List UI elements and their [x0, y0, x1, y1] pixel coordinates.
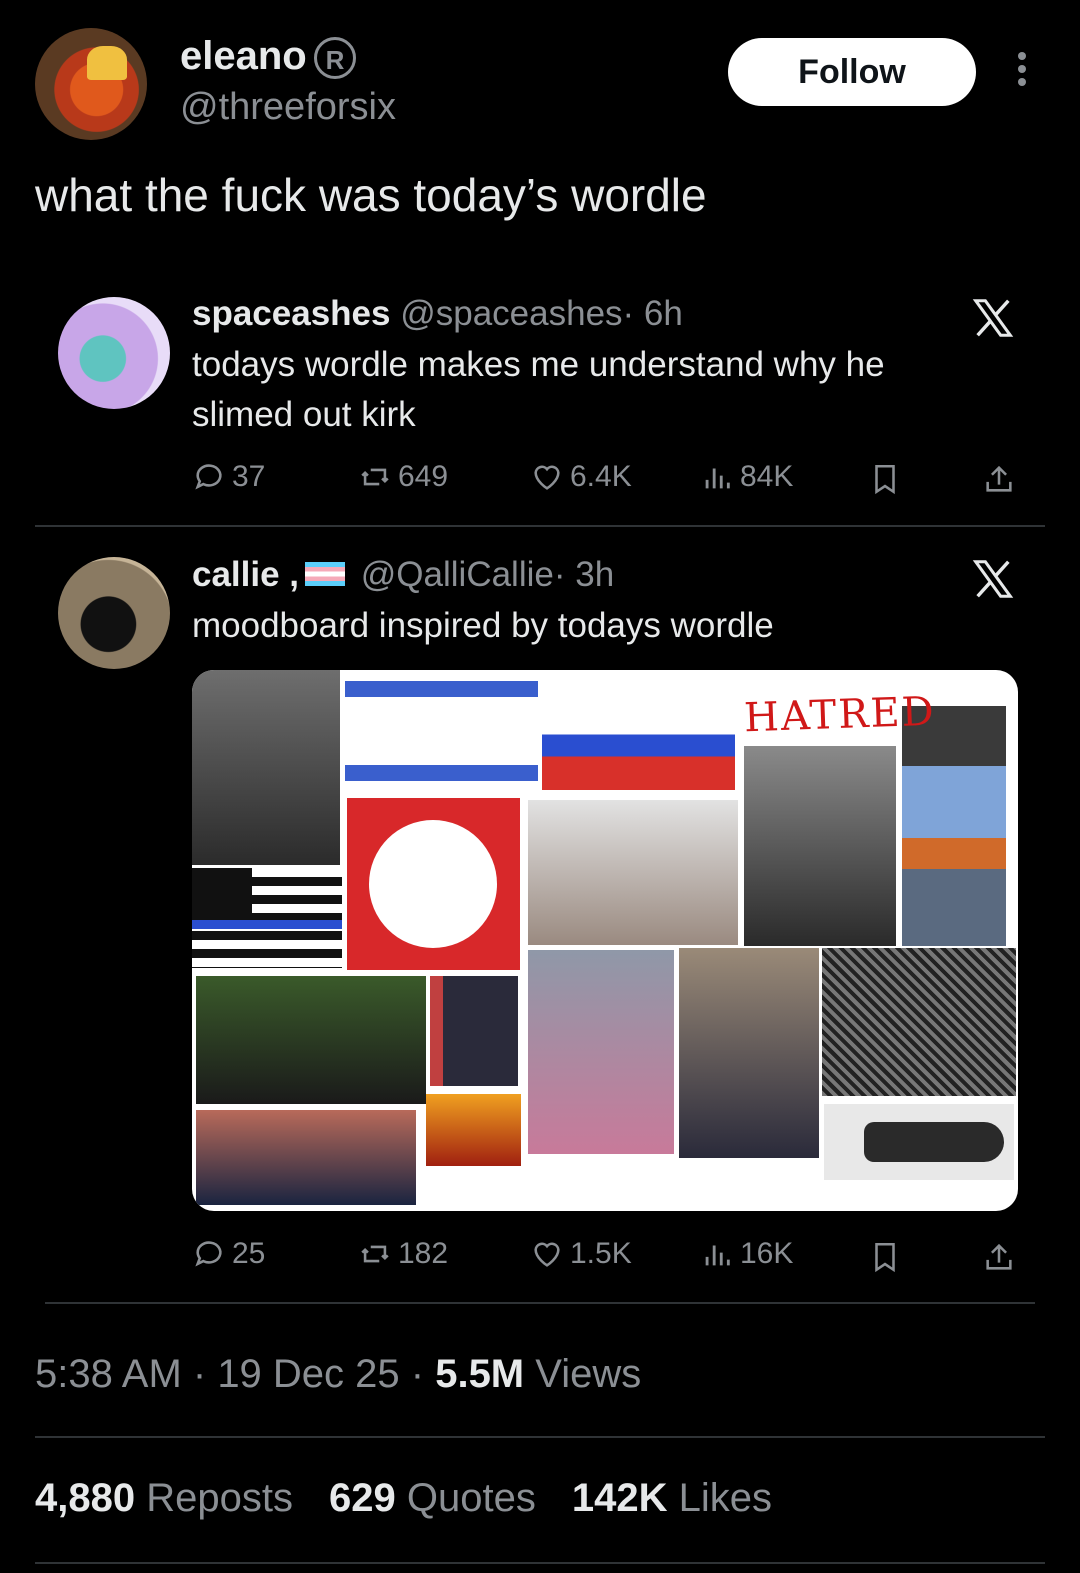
flag-tile: [345, 674, 538, 788]
reply-action[interactable]: 37: [192, 460, 265, 494]
post-timestamp: 5:38 AM · 19 Dec 25 · 5.5M Views: [35, 1352, 642, 1396]
author-avatar[interactable]: [35, 28, 147, 140]
quote-text: todays wordle makes me understand why he…: [192, 345, 885, 434]
photo-tile: [430, 976, 518, 1086]
photo-tile: [196, 1110, 416, 1205]
author-display-name[interactable]: eleano: [180, 34, 307, 79]
photo-tile: [824, 1104, 1014, 1180]
photo-tile: [192, 670, 340, 865]
photo-tile: [196, 976, 426, 1104]
registered-mark: R: [314, 37, 356, 79]
likes-label: Likes: [678, 1476, 772, 1520]
bookmark-icon[interactable]: [868, 1240, 902, 1274]
likes-total: 142K: [571, 1476, 668, 1520]
divider: [35, 1562, 1045, 1564]
photo-tile: [822, 948, 1016, 1096]
like-count: 1.5K: [570, 1237, 632, 1270]
author-handle[interactable]: @threeforsix: [180, 86, 396, 129]
post-time: 5:38 AM: [35, 1352, 182, 1396]
reposts-link[interactable]: 4,880 Reposts: [35, 1476, 293, 1520]
share-icon[interactable]: [982, 1240, 1016, 1274]
views-count: 84K: [740, 460, 794, 493]
like-count: 6.4K: [570, 460, 632, 493]
quote-time: · 6h: [622, 294, 683, 333]
reply-icon: [195, 1241, 222, 1267]
quote-header: spaceashes @spaceashes· 6h: [192, 294, 683, 334]
quote-avatar[interactable]: [58, 557, 170, 669]
like-icon: [534, 465, 560, 490]
post-date: 19 Dec 25: [217, 1352, 400, 1396]
views-count: 16K: [740, 1237, 794, 1270]
quote-handle[interactable]: @spaceashes: [400, 294, 622, 333]
repost-icon: [361, 1245, 389, 1263]
repost-action[interactable]: 182: [358, 1237, 448, 1271]
reposts-total: 4,880: [35, 1476, 136, 1520]
quote-handle[interactable]: @QalliCallie: [361, 555, 554, 594]
post-text: what the fuck was today’s wordle: [35, 169, 707, 221]
engagement-counts: 4,880 Reposts 629 Quotes 142K Likes: [35, 1476, 772, 1521]
like-action[interactable]: 1.5K: [530, 1237, 632, 1271]
moodboard-caption: HATRED: [743, 688, 937, 742]
x-logo-icon[interactable]: [970, 295, 1016, 341]
quotes-label: Quotes: [406, 1476, 536, 1520]
divider: [35, 525, 1045, 527]
photo-tile: [902, 706, 1006, 946]
reply-action[interactable]: 25: [192, 1237, 265, 1271]
photo-tile: [528, 800, 738, 945]
photo-tile: [528, 950, 674, 1154]
reposts-label: Reposts: [146, 1476, 293, 1520]
quote-avatar[interactable]: [58, 297, 170, 409]
views-action[interactable]: 84K: [700, 460, 793, 494]
quote-time: · 3h: [553, 555, 615, 594]
photo-tile: [426, 1094, 521, 1166]
more-icon[interactable]: [1012, 52, 1032, 92]
reply-icon: [195, 464, 222, 490]
reply-count: 25: [232, 1237, 266, 1270]
views-icon: [705, 468, 730, 489]
trans-flag-icon: [305, 561, 346, 586]
quotes-total: 629: [328, 1476, 396, 1520]
photo-tile: [744, 746, 896, 946]
flag-tile: [542, 716, 735, 790]
x-logo-icon[interactable]: [970, 556, 1016, 602]
reply-count: 37: [232, 460, 266, 493]
quotes-link[interactable]: 629 Quotes: [329, 1476, 536, 1520]
views-icon: [705, 1245, 730, 1266]
repost-icon: [361, 468, 389, 486]
quote-header: callie , @QalliCallie· 3h: [192, 555, 614, 595]
like-action[interactable]: 6.4K: [530, 460, 632, 494]
like-icon: [534, 1242, 560, 1267]
share-icon[interactable]: [982, 462, 1016, 496]
moodboard-image[interactable]: HATRED: [192, 670, 1018, 1211]
likes-link[interactable]: 142K Likes: [572, 1476, 772, 1520]
flag-tile: [192, 868, 342, 968]
bookmark-icon[interactable]: [868, 462, 902, 496]
divider: [45, 1302, 1035, 1304]
views-action[interactable]: 16K: [700, 1237, 793, 1271]
divider: [35, 1436, 1045, 1438]
follow-button[interactable]: Follow: [728, 38, 976, 106]
photo-tile: [679, 948, 819, 1158]
repost-count: 182: [398, 1237, 449, 1270]
views-total: 5.5M: [435, 1352, 525, 1396]
repost-action[interactable]: 649: [358, 460, 448, 494]
quote-text: moodboard inspired by todays wordle: [192, 606, 774, 645]
repost-count: 649: [398, 460, 449, 493]
flag-tile: [347, 798, 520, 970]
quote-name[interactable]: spaceashes: [192, 294, 390, 333]
quote-name[interactable]: callie ,: [192, 555, 299, 594]
views-label: Views: [535, 1352, 642, 1396]
